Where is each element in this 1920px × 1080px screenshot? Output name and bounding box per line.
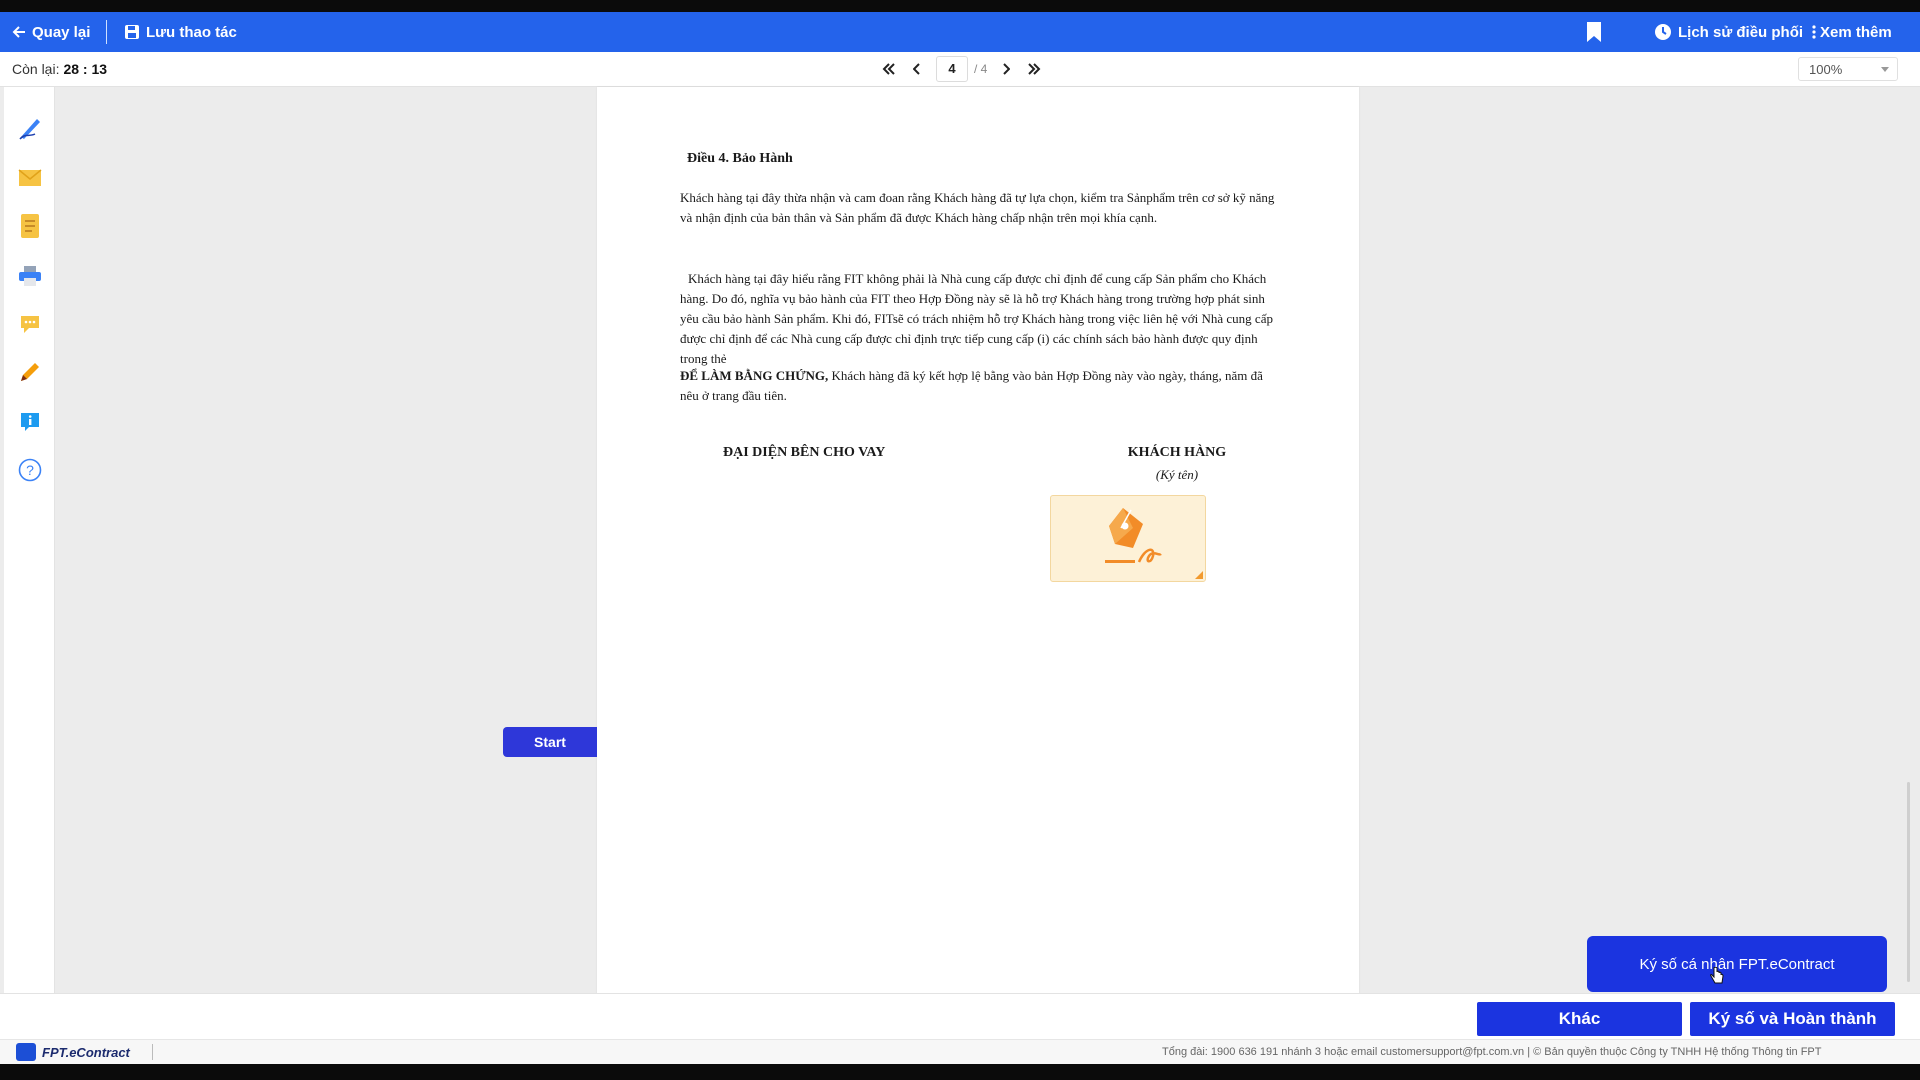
save-actions-button[interactable]: Lưu thao tác <box>124 12 237 52</box>
signature-pen-icon[interactable] <box>17 115 43 141</box>
arrow-left-icon <box>12 25 26 39</box>
scrollbar[interactable] <box>1907 782 1910 982</box>
note-icon[interactable] <box>17 213 43 239</box>
page-total: / 4 <box>974 62 988 76</box>
history-button[interactable]: Lịch sử điều phối <box>1654 12 1803 52</box>
remaining-label: Còn lại: <box>12 61 60 77</box>
info-icon[interactable] <box>17 409 43 435</box>
customer-signature-subtitle: (Ký tên) <box>1155 467 1199 482</box>
footer-support-text: Tổng đài: 1900 636 191 nhánh 3 hoặc emai… <box>1162 1046 1822 1058</box>
signature-field[interactable] <box>1050 495 1206 582</box>
last-page-icon[interactable] <box>1025 60 1043 78</box>
toolbar: Còn lại: 28 : 13 4 / 4 100% <box>0 52 1920 87</box>
fpt-logo-icon <box>16 1043 36 1061</box>
lender-signature-title: ĐẠI DIỆN BÊN CHO VAY <box>723 445 886 460</box>
next-page-icon[interactable] <box>997 60 1015 78</box>
paragraph-1: Khách hàng tại đây thừa nhận và cam đoan… <box>680 190 1275 225</box>
pencil-icon[interactable] <box>17 359 43 385</box>
back-button[interactable]: Quay lại <box>12 12 90 52</box>
prev-page-icon[interactable] <box>908 60 926 78</box>
tool-sidebar: ? <box>4 87 55 993</box>
resize-handle[interactable] <box>1195 571 1203 579</box>
envelope-icon[interactable] <box>17 165 43 191</box>
first-page-icon[interactable] <box>880 60 898 78</box>
divider <box>106 20 107 44</box>
zoom-value: 100% <box>1809 61 1843 77</box>
save-icon <box>124 24 140 40</box>
more-label: Xem thêm <box>1820 23 1892 41</box>
paragraph-2: Khách hàng tại đây hiểu rằng FIT không p… <box>680 271 1273 366</box>
top-bar: Quay lại Lưu thao tác Lịch sử điều phối … <box>0 12 1920 52</box>
remaining-timer: 28 : 13 <box>63 61 108 77</box>
remaining-time: Còn lại: 28 : 13 <box>12 52 107 86</box>
document-page: Điều 4. Bảo Hành Khách hàng tại đây thừa… <box>597 87 1359 996</box>
paragraph-3: ĐỂ LÀM BẰNG CHỨNG, Khách hàng đã ký kết … <box>680 366 1280 406</box>
paragraph-3-bold: ĐỂ LÀM BẰNG CHỨNG, <box>680 368 829 383</box>
help-icon[interactable]: ? <box>17 457 43 483</box>
back-label: Quay lại <box>32 23 91 41</box>
section-heading: Điều 4. Bảo Hành <box>687 151 793 166</box>
app-window: Quay lại Lưu thao tác Lịch sử điều phối … <box>0 12 1920 1064</box>
other-button[interactable]: Khác <box>1477 1002 1682 1036</box>
page-input[interactable]: 4 <box>936 56 968 82</box>
svg-text:?: ? <box>26 462 34 478</box>
brand-name: FPT.eContract <box>42 1044 130 1060</box>
comment-icon[interactable] <box>17 311 43 337</box>
pagination: 4 / 4 <box>880 52 1043 86</box>
fountain-pen-icon <box>1095 504 1165 577</box>
action-bar: Khác Ký số và Hoàn thành <box>0 993 1920 1040</box>
more-vertical-icon <box>1812 25 1816 39</box>
clock-icon <box>1654 23 1672 41</box>
start-button[interactable]: Start <box>503 727 597 757</box>
bookmark-button[interactable] <box>1586 12 1602 52</box>
chevron-down-icon <box>1881 67 1889 72</box>
zoom-select[interactable]: 100% <box>1798 57 1898 81</box>
personal-digital-sign-option[interactable]: Ký số cá nhân FPT.eContract <box>1587 936 1887 992</box>
printer-icon[interactable] <box>17 263 43 289</box>
save-actions-label: Lưu thao tác <box>146 23 237 41</box>
bookmark-icon <box>1586 21 1602 43</box>
sign-and-complete-button[interactable]: Ký số và Hoàn thành <box>1690 1002 1895 1036</box>
hand-pointer-icon <box>1710 966 1724 990</box>
customer-signature-title: KHÁCH HÀNG <box>1127 445 1227 460</box>
history-label: Lịch sử điều phối <box>1678 23 1804 41</box>
divider <box>152 1044 153 1060</box>
more-button[interactable]: Xem thêm <box>1812 12 1892 52</box>
brand: FPT.eContract <box>16 1043 130 1061</box>
footer: FPT.eContract Tổng đài: 1900 636 191 nhá… <box>0 1039 1920 1064</box>
